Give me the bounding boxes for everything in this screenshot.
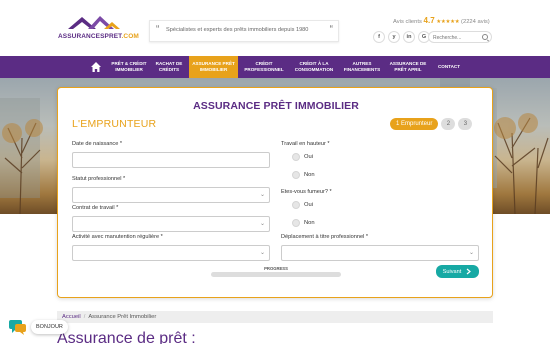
social-links: f y in G xyxy=(373,31,430,43)
smoker-yes-option[interactable]: Oui xyxy=(292,200,313,210)
step-1-emprunteur[interactable]: 1 Emprunteur xyxy=(390,118,439,130)
reviews-label: Avis clients xyxy=(393,19,422,25)
open-quote-icon: “ xyxy=(156,24,160,35)
travel-label: Déplacement à titre professionnel * xyxy=(281,234,369,240)
nav-item-assurance-pret-immobilier[interactable]: ASSURANCE PRÊT IMMOBILIER xyxy=(189,56,238,78)
step-3[interactable]: 3 xyxy=(458,118,473,130)
nav-item-contact[interactable]: CONTACT xyxy=(432,56,466,78)
step-2[interactable]: 2 xyxy=(441,118,456,130)
linkedin-icon[interactable]: in xyxy=(403,31,415,43)
work-contract-select[interactable]: ⌄ xyxy=(72,216,270,232)
manual-activity-label: Activité avec manutention régulière * xyxy=(72,234,163,240)
professional-status-label: Statut professionnel * xyxy=(72,176,126,182)
form-steps: 1 Emprunteur 2 3 xyxy=(390,118,473,130)
work-contract-label: Contrat de travail * xyxy=(72,205,119,211)
smoker-no-option[interactable]: Non xyxy=(292,218,315,228)
travel-select[interactable]: ⌄ xyxy=(281,245,479,261)
nav-item-credit-professionnel[interactable]: CRÉDIT PROFESSIONNEL xyxy=(240,56,288,78)
nav-item-autres-financements[interactable]: AUTRES FINANCEMENTS xyxy=(340,56,384,78)
breadcrumb-home-link[interactable]: Accueil xyxy=(62,314,81,320)
next-button-label: Suivant xyxy=(442,268,462,275)
home-icon[interactable] xyxy=(90,61,102,73)
progress-bar xyxy=(211,272,341,277)
radio-label-yes: Oui xyxy=(304,202,314,208)
twitter-icon[interactable]: y xyxy=(388,31,400,43)
insurance-form-card: ASSURANCE PRÊT IMMOBILIER L'EMPRUNTEUR 1… xyxy=(57,87,493,298)
radio-button[interactable] xyxy=(292,153,300,161)
close-quote-icon: “ xyxy=(329,24,333,35)
search-input[interactable] xyxy=(433,33,479,42)
main-nav: PRÊT & CRÉDIT IMMOBILIER RACHAT DE CRÉDI… xyxy=(0,56,550,78)
nav-item-assurance-pret-april[interactable]: ASSURANCE DE PRÊT APRIL xyxy=(387,56,429,78)
radio-label-yes: Oui xyxy=(304,154,314,160)
search-box xyxy=(428,31,492,43)
manual-activity-select[interactable]: ⌄ xyxy=(72,245,270,261)
chat-icon[interactable] xyxy=(8,318,28,336)
chevron-down-icon: ⌄ xyxy=(259,192,265,198)
site-header: ASSURANCESPRET.COM “ Spécialistes et exp… xyxy=(0,0,550,56)
chevron-right-icon xyxy=(466,268,472,275)
height-work-yes-option[interactable]: Oui xyxy=(292,152,313,162)
radio-button[interactable] xyxy=(292,201,300,209)
reviews-score: 4.7 xyxy=(423,16,435,25)
section-title-emprunteur: L'EMPRUNTEUR xyxy=(72,118,157,130)
birth-date-input[interactable] xyxy=(72,152,270,168)
page: ASSURANCESPRET.COM “ Spécialistes et exp… xyxy=(0,0,550,344)
facebook-icon[interactable]: f xyxy=(373,31,385,43)
birth-date-label: Date de naissance * xyxy=(72,141,123,147)
nav-item-pret-credit-immobilier[interactable]: PRÊT & CRÉDIT IMMOBILIER xyxy=(108,56,150,78)
height-work-label: Travail en hauteur * xyxy=(281,141,330,147)
chat-greeting[interactable]: BONJOUR xyxy=(31,320,68,334)
radio-button[interactable] xyxy=(292,219,300,227)
slogan-text: Spécialistes et experts des prêts immobi… xyxy=(166,27,309,33)
slogan-box: “ Spécialistes et experts des prêts immo… xyxy=(149,20,339,42)
search-icon[interactable] xyxy=(482,34,488,40)
logo-wordmark: ASSURANCESPRET.COM xyxy=(58,33,139,40)
breadcrumb-current: Assurance Prêt Immobilier xyxy=(88,314,157,320)
house-roof-icon xyxy=(68,16,120,29)
reviews-count: (2224 avis) xyxy=(461,19,490,25)
next-button[interactable]: Suivant xyxy=(436,265,479,278)
progress-label: PROGRESS xyxy=(264,266,288,271)
form-title: ASSURANCE PRÊT IMMOBILIER xyxy=(193,100,359,112)
radio-button[interactable] xyxy=(292,171,300,179)
professional-status-select[interactable]: ⌄ xyxy=(72,187,270,203)
chevron-down-icon: ⌄ xyxy=(468,250,474,256)
smoker-label: Etes-vous fumeur? * xyxy=(281,189,332,195)
nav-item-credit-consommation[interactable]: CRÉDIT À LA CONSOMMATION xyxy=(291,56,337,78)
breadcrumb: Accueil / Assurance Prêt Immobilier xyxy=(57,311,493,323)
radio-label-no: Non xyxy=(304,172,315,178)
chevron-down-icon: ⌄ xyxy=(259,221,265,227)
height-work-no-option[interactable]: Non xyxy=(292,170,315,180)
radio-label-no: Non xyxy=(304,220,315,226)
site-logo[interactable]: ASSURANCESPRET.COM xyxy=(58,14,139,44)
page-heading: Assurance de prêt : xyxy=(57,330,196,344)
reviews-stars: ★★★★★ xyxy=(436,19,460,25)
breadcrumb-separator: / xyxy=(83,314,86,320)
nav-item-rachat-credits[interactable]: RACHAT DE CRÉDITS xyxy=(152,56,186,78)
chevron-down-icon: ⌄ xyxy=(259,250,265,256)
customer-reviews[interactable]: Avis clients 4.7 ★★★★★ (2224 avis) xyxy=(393,16,490,25)
